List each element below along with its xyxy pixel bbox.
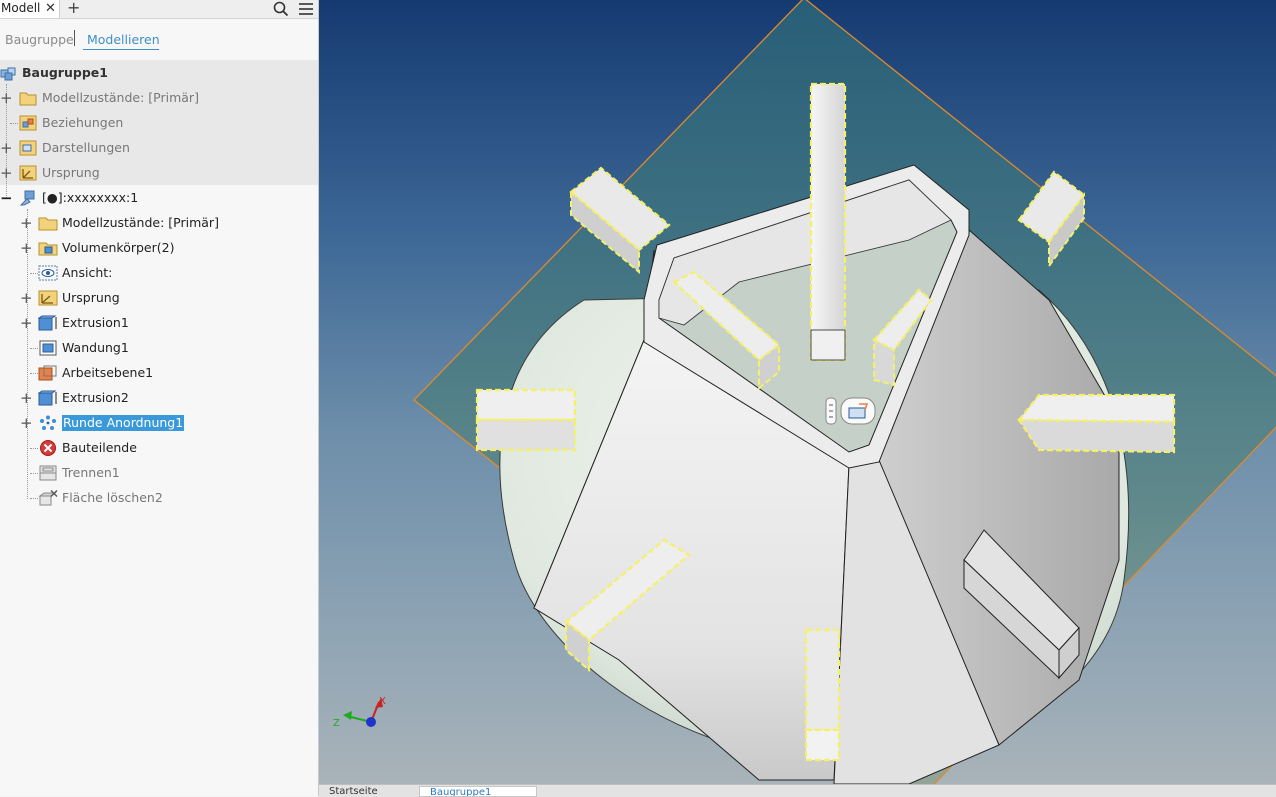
tree-node-root[interactable]: Baugruppe1 [0, 62, 318, 84]
expand-icon[interactable]: + [20, 287, 33, 309]
model-canvas[interactable]: X Z [319, 0, 1276, 784]
tab-modell-label: Modell [1, 1, 41, 15]
tree-node-label: Arbeitsebene1 [62, 365, 154, 380]
solid-bodies-icon [38, 242, 58, 256]
search-icon[interactable] [272, 0, 290, 18]
tree-node-label: Ursprung [42, 165, 100, 180]
fin-right[interactable] [1016, 393, 1176, 454]
representations-icon [19, 140, 37, 156]
expand-icon[interactable]: + [20, 237, 33, 259]
tree-node-part-ursprung[interactable]: + Ursprung [0, 287, 318, 309]
active-subtab-underline [83, 49, 159, 50]
extrusion-icon [38, 390, 57, 406]
tree-node-label: Wandung1 [62, 340, 129, 355]
view-eye-icon [38, 265, 58, 281]
folder-icon [38, 217, 58, 231]
expand-icon[interactable]: + [0, 87, 13, 109]
tree-node-runde-anordnung1[interactable]: + Runde Anordnung1 [0, 412, 318, 434]
tree-node-label: Modellzustände: [Primär] [62, 215, 219, 230]
tree-node-darstellungen[interactable]: + Darstellungen [0, 137, 318, 159]
view-triad: X Z [333, 696, 386, 729]
tree-node-extrusion1[interactable]: + Extrusion1 [0, 312, 318, 334]
doc-tab-baugruppe1[interactable]: Baugruppe1 [419, 786, 537, 797]
tree-node-part[interactable]: − [●]:xxxxxxxx:1 [0, 187, 318, 209]
part-icon [19, 190, 35, 206]
tree-node-label: Volumenkörper(2) [62, 240, 175, 255]
doc-tab-startseite[interactable]: Startseite [329, 786, 409, 797]
delete-face-icon [38, 490, 58, 506]
subtab-modellieren[interactable]: Modellieren [87, 32, 160, 47]
origin-icon [38, 290, 58, 306]
fin-left[interactable] [475, 388, 577, 452]
tree-node-label: Trennen1 [62, 465, 120, 480]
tree-node-bauteilende[interactable]: Bauteilende [0, 437, 318, 459]
tree-node-extrusion2[interactable]: + Extrusion2 [0, 387, 318, 409]
tree-node-label: Runde Anordnung1 [62, 415, 185, 431]
circular-pattern-icon [40, 415, 56, 430]
tree-node-beziehungen[interactable]: Beziehungen [0, 112, 318, 134]
tree-node-label: Bauteilende [62, 440, 137, 455]
mini-toolbar[interactable] [825, 397, 876, 425]
graphics-viewport[interactable]: X Z [319, 0, 1276, 784]
tree-node-flaeche-loeschen2[interactable]: Fläche löschen2 [0, 487, 318, 509]
tree-node-ansicht[interactable]: Ansicht: [0, 262, 318, 284]
tree-node-wandung1[interactable]: Wandung1 [0, 337, 318, 359]
tree-node-label: Fläche löschen2 [62, 490, 163, 505]
split-icon [39, 465, 57, 481]
subtab-baugruppe[interactable]: Baugruppe [5, 32, 74, 47]
tree-node-modellzustaende[interactable]: + Modellzustände: [Primär] [0, 87, 318, 109]
tree-node-label: Darstellungen [42, 140, 130, 155]
expand-icon[interactable]: + [0, 137, 13, 159]
expand-icon[interactable]: + [0, 162, 13, 184]
menu-icon[interactable] [297, 0, 315, 18]
tree-node-label: [●]:xxxxxxxx:1 [42, 190, 139, 205]
tab-modell[interactable]: Modell ✕ [0, 0, 60, 18]
triad-z-label: Z [333, 718, 340, 729]
triad-x-label: X [379, 696, 386, 707]
relations-icon [19, 115, 37, 131]
end-of-part-icon [40, 440, 56, 456]
folder-icon [19, 92, 37, 106]
work-plane-icon [38, 365, 57, 381]
tree-node-trennen1[interactable]: Trennen1 [0, 462, 318, 484]
tree-node-label: Extrusion2 [62, 390, 129, 405]
tree-node-part-modellzustaende[interactable]: + Modellzustände: [Primär] [0, 212, 318, 234]
fin-top[interactable] [809, 82, 847, 362]
extrusion-icon [38, 315, 57, 331]
expand-icon[interactable]: + [20, 312, 33, 334]
expand-icon[interactable]: + [20, 412, 33, 434]
document-tab-bar: Startseite Baugruppe1 [319, 784, 1276, 797]
close-icon[interactable]: ✕ [45, 0, 56, 17]
tree-node-ursprung[interactable]: + Ursprung [0, 162, 318, 184]
tree-node-arbeitsebene1[interactable]: Arbeitsebene1 [0, 362, 318, 384]
tree-node-label: Ursprung [62, 290, 120, 305]
add-tab-icon[interactable]: + [67, 0, 80, 17]
tree-node-volumenkoerper[interactable]: + Volumenkörper(2) [0, 237, 318, 259]
browser-subtabs: Baugruppe Modellieren [0, 28, 318, 50]
fin-bottom[interactable] [804, 628, 841, 762]
assembly-icon [0, 67, 16, 81]
tree-node-label: Ansicht: [62, 265, 113, 280]
tree-node-label: Extrusion1 [62, 315, 129, 330]
collapse-icon[interactable]: − [0, 187, 13, 209]
browser-header: Modell ✕ + [0, 0, 318, 19]
tree-node-label: Beziehungen [42, 115, 124, 130]
origin-icon [19, 165, 37, 181]
tree-node-label: Modellzustände: [Primär] [42, 90, 199, 105]
subtab-divider [74, 30, 75, 46]
expand-icon[interactable]: + [20, 212, 33, 234]
expand-icon[interactable]: + [20, 387, 33, 409]
tree-node-label: Baugruppe1 [22, 65, 108, 80]
shell-icon [39, 340, 57, 356]
model-browser-panel: Modell ✕ + Baugruppe Modellieren Baugrup… [0, 0, 319, 796]
